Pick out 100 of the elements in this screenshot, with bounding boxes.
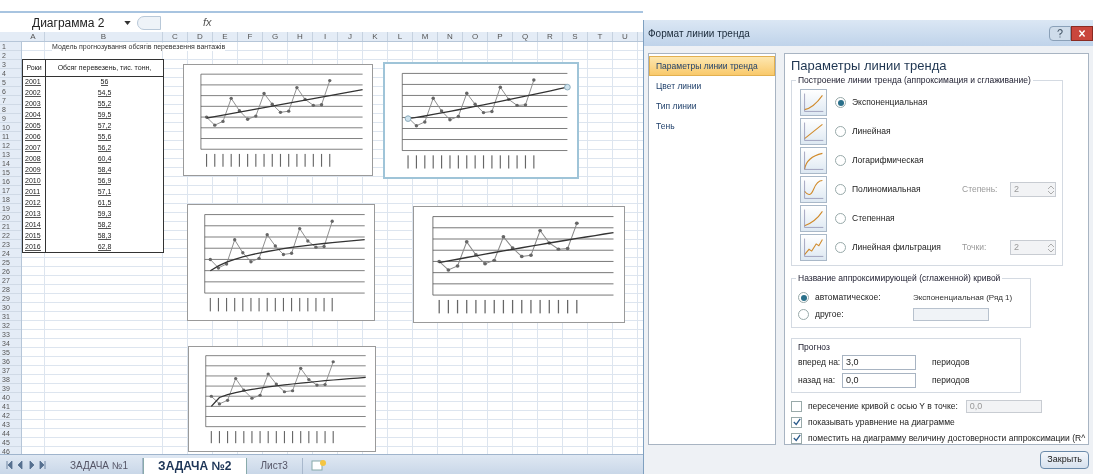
checkbox-label[interactable]: поместить на диаграмму величину достоверности аппроксимации (R^	[808, 431, 1086, 445]
data-point	[299, 366, 303, 370]
checkbox-label[interactable]: пересечение кривой с осью Y в точке:	[808, 399, 958, 413]
panel-heading: Параметры линии тренда	[791, 58, 948, 74]
parameter-label: Степень:	[962, 183, 999, 196]
data-point	[204, 115, 209, 119]
column-header[interactable]: F	[238, 32, 263, 41]
option-label[interactable]: автоматическое:	[815, 291, 913, 304]
radio-button[interactable]	[798, 292, 809, 303]
close-icon[interactable]	[1071, 25, 1093, 41]
column-header[interactable]: K	[363, 32, 388, 41]
period-field[interactable]: 3,0	[842, 355, 916, 370]
category-item[interactable]: Параметры линии тренда	[649, 56, 775, 76]
sheet-navigation-icon[interactable]	[6, 460, 46, 469]
column-header[interactable]: Q	[513, 32, 538, 41]
radio-button[interactable]	[798, 309, 809, 320]
data-point	[287, 109, 291, 113]
category-item[interactable]: Цвет линии	[649, 76, 775, 96]
data-point	[225, 398, 230, 402]
column-header[interactable]: D	[188, 32, 213, 41]
data-point	[414, 124, 419, 128]
data-point	[532, 78, 536, 82]
data-point	[565, 246, 570, 251]
column-header[interactable]: R	[538, 32, 563, 41]
chart-area[interactable]	[183, 64, 373, 176]
data-point	[556, 247, 561, 251]
column-header[interactable]: A	[22, 32, 45, 41]
data-point	[213, 123, 217, 127]
data-point	[281, 252, 286, 257]
trend-line[interactable]	[209, 239, 366, 272]
data-point	[519, 254, 524, 259]
trend-line[interactable]	[205, 89, 364, 119]
data-point	[303, 97, 307, 102]
group-title: Название аппроксимирующей (сглаженной) кривой	[796, 273, 1003, 283]
data-point	[242, 388, 246, 392]
chart-area[interactable]	[383, 62, 579, 179]
custom-name-field[interactable]	[913, 308, 989, 321]
group-title: Прогноз	[798, 342, 831, 352]
data-point	[290, 389, 295, 393]
column-header[interactable]: G	[263, 32, 288, 41]
data-point	[282, 390, 287, 394]
column-header[interactable]: L	[388, 32, 413, 41]
option-label[interactable]: Логарифмическая	[852, 154, 952, 167]
data-point	[437, 259, 442, 264]
radio-button[interactable]	[835, 155, 846, 166]
column-header[interactable]: U	[613, 32, 638, 41]
data-point	[216, 266, 221, 270]
column-header[interactable]: T	[588, 32, 613, 41]
column-header[interactable]: E	[213, 32, 238, 41]
group-title: Построение линии тренда (аппроксимация и сглаживание)	[796, 75, 1033, 85]
radio-button[interactable]	[835, 97, 846, 108]
data-point	[237, 109, 242, 113]
chart-area[interactable]	[188, 346, 376, 452]
trend-type-icon	[800, 234, 827, 261]
name-box[interactable]: Диаграмма 2	[32, 13, 120, 32]
option-label[interactable]: Экспоненциальная	[852, 96, 952, 109]
close-button[interactable]: Закрыть	[1040, 451, 1089, 469]
data-point	[328, 78, 332, 83]
data-point	[501, 235, 506, 239]
column-header[interactable]: O	[463, 32, 488, 41]
data-point	[465, 91, 469, 95]
column-header[interactable]: S	[563, 32, 588, 41]
trend-line[interactable]	[210, 376, 367, 408]
column-header[interactable]: M	[413, 32, 438, 41]
chart-area[interactable]	[413, 206, 625, 323]
data-point	[455, 264, 460, 268]
option-label[interactable]: Степенная	[852, 212, 952, 225]
column-header[interactable]: I	[313, 32, 338, 41]
caret-icon[interactable]	[124, 20, 131, 25]
sheet-tab[interactable]: Лист3	[246, 458, 303, 474]
data-point	[250, 396, 254, 400]
column-header[interactable]: B	[45, 32, 163, 41]
data-point	[323, 383, 327, 387]
category-item[interactable]: Тип линии	[649, 96, 775, 116]
trend-line[interactable]	[438, 231, 615, 264]
data-point	[431, 96, 435, 100]
checkbox[interactable]	[791, 416, 802, 428]
trend-type-icon	[800, 176, 827, 203]
category-item[interactable]: Тень	[649, 116, 775, 136]
chart-area[interactable]	[187, 204, 375, 321]
column-header[interactable]: N	[438, 32, 463, 41]
insert-function-button[interactable]: fx	[203, 14, 212, 31]
radio-button[interactable]	[835, 213, 846, 224]
checkbox[interactable]	[791, 432, 802, 444]
data-point	[330, 219, 334, 224]
radio-button[interactable]	[835, 126, 846, 137]
option-label[interactable]: другое:	[815, 308, 913, 321]
data-point	[295, 85, 299, 90]
column-header[interactable]: P	[488, 32, 513, 41]
period-field[interactable]: 0,0	[842, 373, 916, 388]
data-point	[273, 244, 277, 248]
data-point	[538, 228, 542, 233]
column-header[interactable]: H	[288, 32, 313, 41]
checkbox-label[interactable]: показывать уравнение на диаграмме	[808, 415, 955, 429]
checkbox[interactable]	[791, 400, 802, 412]
column-header[interactable]: C	[163, 32, 188, 41]
option-label[interactable]: Линейная	[852, 125, 952, 138]
data-point	[510, 246, 515, 250]
sheet-tab[interactable]: ЗАДАЧА №2	[143, 458, 247, 474]
column-header[interactable]: J	[338, 32, 363, 41]
